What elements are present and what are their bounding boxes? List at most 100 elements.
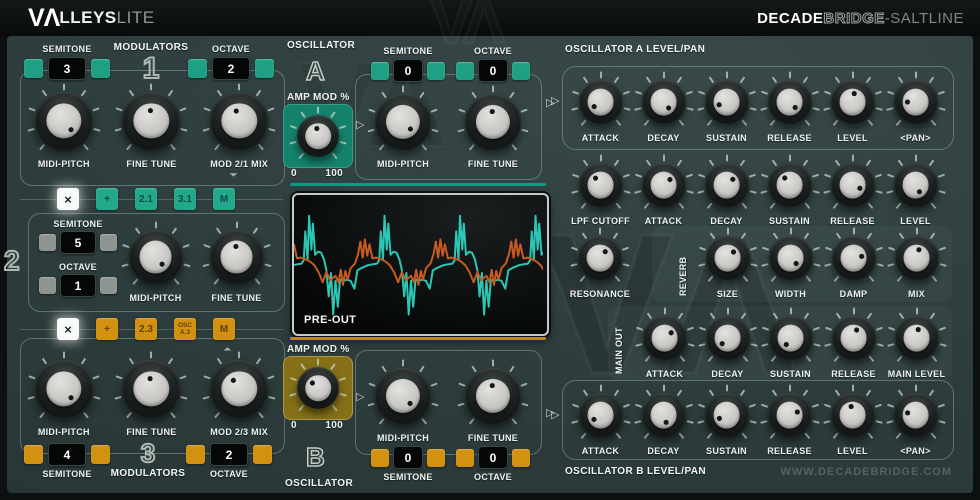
level-unit: LEVEL — [823, 385, 883, 456]
osc-b-octave-value[interactable]: 0 — [478, 446, 508, 469]
mod-button-m[interactable]: M — [213, 318, 235, 340]
osc-b-semitone-label: SEMITONE — [383, 472, 432, 482]
osc-b-semitone-value[interactable]: 0 — [393, 446, 423, 469]
knob-tick — [937, 91, 944, 95]
lpf-cutoff-unit: LPF CUTOFF — [571, 155, 631, 226]
mod-button-2-1[interactable]: 2.1 — [135, 188, 157, 210]
mod3-semitone-value[interactable]: 4 — [48, 443, 86, 466]
mod2-octave-value[interactable]: 1 — [60, 274, 96, 297]
mod-button-3-1[interactable]: 3.1 — [174, 188, 196, 210]
size-knob[interactable] — [706, 236, 750, 280]
pan-knob[interactable] — [894, 393, 938, 437]
midi-pitch-knob[interactable] — [35, 92, 93, 150]
sustain-label: SUSTAIN — [770, 369, 811, 379]
knob-tick — [740, 312, 746, 319]
waveform-pre-out-label: PRE-OUT — [304, 314, 356, 326]
osc-a-semitone-right-button[interactable] — [427, 62, 445, 80]
osc-b-octave-left-button[interactable] — [456, 449, 474, 467]
osc-b-semitone-right-button[interactable] — [427, 449, 445, 467]
decay-knob[interactable] — [705, 163, 749, 207]
sustain-knob[interactable] — [705, 80, 749, 124]
midi-pitch-knob[interactable] — [129, 230, 183, 284]
attack-knob[interactable] — [579, 80, 623, 124]
midi-pitch-knob[interactable] — [35, 360, 93, 418]
sustain-knob[interactable] — [705, 393, 749, 437]
mod2-semitone-value[interactable]: 5 — [60, 231, 96, 254]
fine-tune-knob[interactable] — [122, 360, 180, 418]
mod-button-[interactable]: + — [96, 318, 118, 340]
decay-knob[interactable] — [706, 316, 750, 360]
osc-a-octave-right-button[interactable] — [512, 62, 530, 80]
mod3-octave-value[interactable]: 2 — [210, 443, 248, 466]
mod-2-3-mix-knob[interactable] — [210, 360, 268, 418]
midi-pitch-knob[interactable] — [375, 368, 431, 424]
attack-knob[interactable] — [642, 163, 686, 207]
width-knob[interactable] — [769, 236, 813, 280]
release-knob[interactable] — [768, 393, 812, 437]
knob-tick — [887, 263, 894, 267]
mod1-semitone-left-button[interactable] — [24, 59, 43, 78]
main-level-knob[interactable] — [895, 316, 939, 360]
fine-tune-knob[interactable] — [465, 368, 521, 424]
knob-tick — [600, 72, 602, 79]
level-knob[interactable] — [894, 163, 938, 207]
sustain-knob[interactable] — [768, 163, 812, 207]
mod1-octave-value[interactable]: 2 — [212, 57, 250, 80]
mod-button-2-3[interactable]: 2.3 — [135, 318, 157, 340]
release-knob[interactable] — [831, 163, 875, 207]
mod2-octave-left-button[interactable] — [39, 277, 56, 294]
osc-b-octave-right-button[interactable] — [512, 449, 530, 467]
decay-knob[interactable] — [642, 80, 686, 124]
osc-a-semitone-value[interactable]: 0 — [393, 59, 423, 82]
mod-button-[interactable]: × — [57, 318, 79, 340]
amp-mod-b-knob[interactable] — [297, 367, 339, 409]
decay-knob[interactable] — [642, 393, 686, 437]
osc-a-semitone-left-button[interactable] — [371, 62, 389, 80]
knob-tick — [622, 263, 629, 267]
mod-button-[interactable]: + — [96, 188, 118, 210]
osc-a-octave-left-button[interactable] — [456, 62, 474, 80]
mod-button-m[interactable]: M — [213, 188, 235, 210]
osc-a-octave-value[interactable]: 0 — [478, 59, 508, 82]
knob-tick — [381, 92, 387, 99]
mix-knob[interactable] — [895, 236, 939, 280]
attack-knob[interactable] — [579, 393, 623, 437]
mod3-semitone-left-button[interactable] — [24, 445, 43, 464]
mod1-octave-right-button[interactable] — [255, 59, 274, 78]
mod3-octave-left-button[interactable] — [186, 445, 205, 464]
mod1-semitone-right-button[interactable] — [91, 59, 110, 78]
damp-knob[interactable] — [832, 236, 876, 280]
release-knob[interactable] — [832, 316, 876, 360]
mod1-semitone-value[interactable]: 3 — [48, 57, 86, 80]
knob-tick — [771, 159, 777, 166]
fine-tune-unit: FINE TUNE — [114, 84, 188, 169]
release-knob[interactable] — [768, 80, 812, 124]
fine-tune-knob[interactable] — [210, 230, 264, 284]
knob-tick — [834, 159, 840, 166]
mod-2-1-mix-knob[interactable] — [210, 92, 268, 150]
mod-button-osc-a-3[interactable]: OSCA.3 — [174, 318, 196, 340]
knob-tick — [214, 144, 220, 151]
main-level-label: MAIN LEVEL — [888, 369, 946, 379]
fine-tune-knob[interactable] — [465, 94, 521, 150]
attack-knob[interactable] — [643, 316, 687, 360]
fine-tune-knob[interactable] — [122, 92, 180, 150]
lpf-cutoff-knob[interactable] — [579, 163, 623, 207]
sustain-knob[interactable] — [769, 316, 813, 360]
reverb-knob-row: SIZEWIDTHDAMPMIX — [696, 228, 948, 299]
level-knob[interactable] — [831, 80, 875, 124]
mod1-number: 1 — [143, 54, 160, 84]
level-knob[interactable] — [831, 393, 875, 437]
knob-tick — [916, 228, 918, 235]
mod1-octave-left-button[interactable] — [188, 59, 207, 78]
resonance-knob[interactable] — [578, 236, 622, 280]
midi-pitch-knob[interactable] — [375, 94, 431, 150]
mod-button-[interactable]: × — [57, 188, 79, 210]
mod3-octave-right-button[interactable] — [253, 445, 272, 464]
waveform-display: PRE-OUT — [292, 193, 549, 336]
mod2-semitone-left-button[interactable] — [39, 234, 56, 251]
osc-b-semitone-left-button[interactable] — [371, 449, 389, 467]
amp-mod-a-knob[interactable] — [297, 115, 339, 157]
level-label: LEVEL — [837, 446, 868, 456]
pan-knob[interactable] — [894, 80, 938, 124]
